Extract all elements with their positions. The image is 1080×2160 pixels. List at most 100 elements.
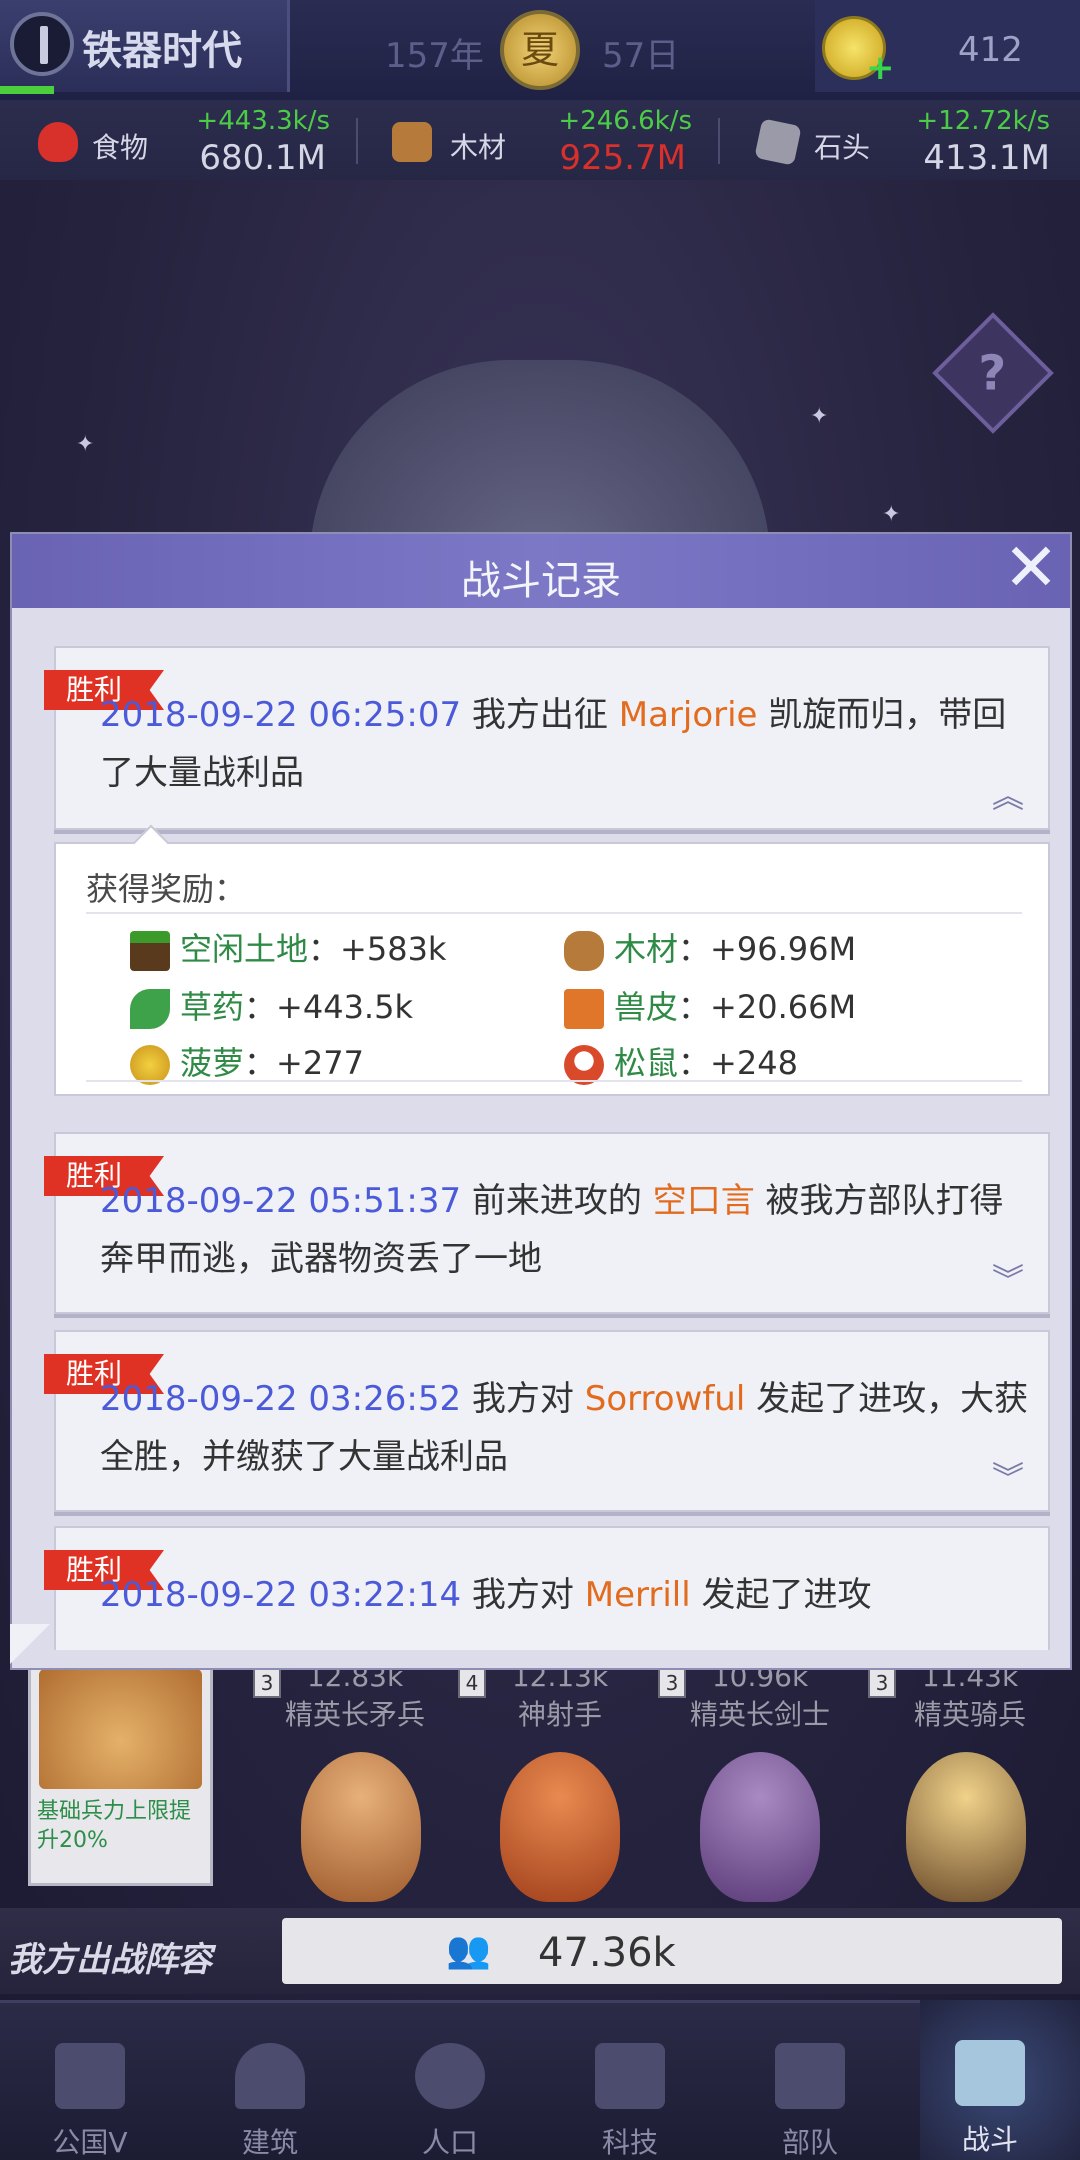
spearman-figure — [301, 1752, 421, 1902]
squirrel-icon — [564, 1045, 604, 1085]
land-icon — [130, 931, 170, 971]
herb-icon — [130, 989, 170, 1029]
entry-text-pre: 我方对 — [461, 1575, 585, 1615]
entry-text-pre: 我方对 — [461, 1379, 585, 1419]
nav-troops[interactable]: 部队 — [720, 2003, 900, 2160]
sparkle-icon: ✦ — [76, 432, 95, 457]
expand-chevron-icon[interactable]: ︾ — [988, 1462, 1028, 1494]
resource-rate: +246.6k/s — [558, 106, 692, 136]
meat-icon — [38, 122, 78, 162]
reward-value: +583k — [340, 930, 447, 968]
resource-rate: +12.72k/s — [916, 106, 1050, 136]
battle-entry[interactable]: 胜利 2018-09-22 03:22:14 我方对 Merrill 发起了进攻 — [44, 1526, 1050, 1650]
resource-total: 413.1M — [923, 138, 1050, 178]
season-badge[interactable]: 夏 — [500, 10, 580, 90]
battle-entry[interactable]: 胜利 2018-09-22 03:26:52 我方对 Sorrowful 发起了… — [44, 1330, 1050, 1512]
reward-value: +20.66M — [710, 988, 857, 1026]
unit-name: 精英长矛兵 — [284, 1698, 425, 1731]
resource-total: 680.1M — [199, 138, 326, 178]
top-bar: 铁器时代 157年 夏 57日 + 412 — [0, 0, 1080, 100]
swordsman-figure — [700, 1752, 820, 1902]
troops-icon: 👥 — [446, 1930, 491, 1971]
nav-battle[interactable]: 战斗 — [900, 2000, 1080, 2160]
expand-chevron-icon[interactable]: ︾ — [988, 1264, 1028, 1296]
unit-cavalry[interactable]: 3 11.43k 精英骑兵 — [868, 1660, 1060, 1902]
archer-figure — [500, 1752, 620, 1902]
stone-icon — [754, 118, 802, 166]
nav-label: 部队 — [781, 2126, 838, 2159]
battle-entry[interactable]: 胜利 2018-09-22 06:25:07 我方出征 Marjorie 凯旋而… — [44, 646, 1050, 830]
gem-count: 412 — [958, 30, 1023, 70]
reward-separator: ： — [678, 1044, 711, 1082]
resource-label: 木材 — [450, 131, 507, 164]
unit-level: 3 — [658, 1668, 686, 1698]
nav-label: 战斗 — [961, 2123, 1018, 2156]
reward-item: 草药：+443.5k — [130, 982, 413, 1029]
wood-icon — [392, 122, 432, 162]
question-icon: ? — [978, 345, 1007, 402]
unit-swordsman[interactable]: 3 10.96k 精英长剑士 — [658, 1660, 850, 1902]
hero-portrait — [39, 1669, 202, 1789]
dialog-header: 战斗记录 ✕ — [12, 534, 1070, 608]
entry-text-pre: 我方出征 — [461, 695, 619, 735]
unit-level: 3 — [253, 1668, 281, 1698]
entry-text: 2018-09-22 06:25:07 我方出征 Marjorie 凯旋而归，带… — [100, 686, 1030, 802]
nav-tech[interactable]: 科技 — [540, 2003, 720, 2160]
nav-duchy[interactable]: 公国V — [0, 2003, 180, 2160]
reward-name: 兽皮 — [614, 988, 679, 1026]
entry-date: 2018-09-22 03:26:52 — [100, 1379, 462, 1419]
nav-label: 公国V — [52, 2126, 128, 2159]
bonus-text: 基础兵力上限提升20% — [37, 1799, 192, 1853]
battle-entry[interactable]: 胜利 2018-09-22 05:51:37 前来进攻的 空口言 被我方部队打得… — [44, 1132, 1050, 1314]
era-panel[interactable]: 铁器时代 — [0, 0, 290, 94]
battle-record-list[interactable]: 胜利 2018-09-22 06:25:07 我方出征 Marjorie 凯旋而… — [32, 626, 1052, 1650]
resource-stone[interactable]: 石头 +12.72k/s 413.1M — [720, 100, 1080, 180]
reward-item: 松鼠：+248 — [564, 1038, 798, 1085]
bonus-card[interactable]: 基础兵力上限提升20% — [28, 1660, 213, 1886]
unit-name: 神射手 — [517, 1698, 602, 1731]
reward-panel: 获得奖励： 空闲土地：+583k 木材：+96.96M 草药：+443.5k 兽… — [54, 824, 1050, 1096]
entry-text: 2018-09-22 05:51:37 前来进攻的 空口言 被我方部队打得奔甲而… — [100, 1172, 1030, 1288]
resource-total: 925.7M — [559, 138, 686, 178]
reward-separator: ： — [678, 988, 711, 1026]
sparkle-icon: ✦ — [810, 404, 829, 429]
collapse-chevron-icon[interactable]: ︽ — [988, 780, 1028, 812]
nav-population[interactable]: 人口 — [360, 2003, 540, 2160]
reward-value: +248 — [710, 1044, 798, 1082]
banner-icon — [775, 2043, 845, 2109]
close-button[interactable]: ✕ — [996, 535, 1066, 606]
reward-separator: ： — [244, 988, 277, 1026]
reward-item: 菠萝：+277 — [130, 1038, 364, 1085]
lineup-box[interactable]: 👥 47.36k — [282, 1918, 1062, 1984]
resource-wood[interactable]: 木材 +246.6k/s 925.7M — [360, 100, 720, 180]
entry-date: 2018-09-22 05:51:37 — [100, 1181, 462, 1221]
reward-name: 松鼠 — [614, 1044, 679, 1082]
entry-player-name: 空口言 — [652, 1181, 755, 1221]
reward-title: 获得奖励： — [86, 870, 247, 908]
reward-item: 木材：+96.96M — [564, 924, 856, 971]
entry-text: 2018-09-22 03:26:52 我方对 Sorrowful 发起了进攻，… — [100, 1370, 1030, 1486]
era-progress-bar — [0, 86, 54, 94]
lineup-value: 47.36k — [538, 1930, 676, 1976]
day-label: 57日 — [602, 36, 680, 76]
hide-icon — [564, 989, 604, 1029]
army-section: 基础兵力上限提升20% 3 12.83k 精英长矛兵 4 12.13k 神射手 … — [0, 1650, 1080, 1910]
entry-player-name: Marjorie — [618, 695, 758, 735]
unit-archer[interactable]: 4 12.13k 神射手 — [458, 1660, 650, 1902]
year-label: 157年 — [385, 36, 484, 76]
house-icon — [235, 2043, 305, 2109]
resource-food[interactable]: 食物 +443.3k/s 680.1M — [0, 100, 355, 180]
reward-separator: ： — [244, 1044, 277, 1082]
battle-record-dialog: 战斗记录 ✕ 胜利 2018-09-22 06:25:07 我方出征 Marjo… — [10, 532, 1072, 1670]
unit-spearman[interactable]: 3 12.83k 精英长矛兵 — [253, 1660, 445, 1902]
wood-icon — [564, 931, 604, 971]
reward-value: +96.96M — [710, 930, 857, 968]
entry-player-name: Merrill — [584, 1575, 691, 1615]
entry-player-name: Sorrowful — [584, 1379, 746, 1419]
add-gem-icon[interactable]: + — [866, 51, 895, 85]
nav-label: 建筑 — [241, 2126, 298, 2159]
nav-buildings[interactable]: 建筑 — [180, 2003, 360, 2160]
lineup-title: 我方出战阵容 — [8, 1940, 212, 1980]
unit-level: 4 — [458, 1668, 486, 1698]
dialog-corner-decoration — [10, 1624, 50, 1664]
